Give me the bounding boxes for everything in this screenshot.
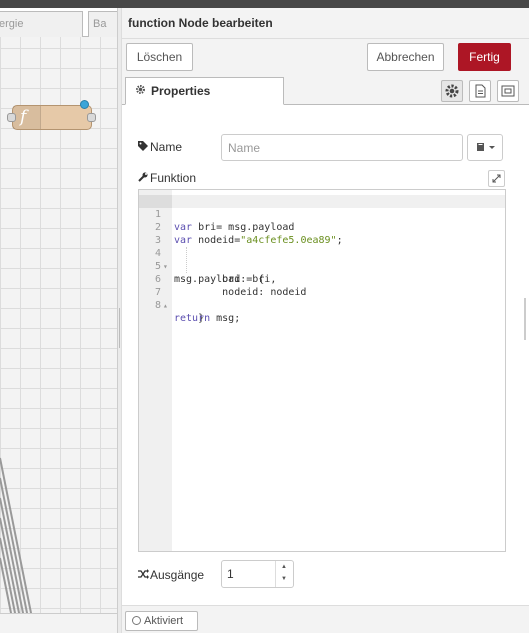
active-line-highlight (139, 195, 505, 208)
wrench-icon (138, 172, 150, 185)
code-line: 3 (139, 221, 187, 246)
expand-editor-button[interactable] (488, 170, 505, 187)
done-button[interactable]: Fertig (458, 43, 511, 71)
tray-header: function Node bearbeiten (122, 8, 529, 39)
node-enabled-toggle[interactable]: Aktiviert (125, 611, 198, 631)
outputs-value: 1 (227, 567, 234, 581)
workspace-tab[interactable]: ergie (0, 11, 83, 37)
code-line: 4 ▾ msg.payload = { (139, 234, 264, 285)
top-bar (0, 0, 529, 8)
code-text: return msg; (174, 313, 241, 324)
library-button[interactable] (467, 134, 503, 161)
code-text: bri: bri, (174, 274, 277, 285)
code-text: var nodeid="a4cfefe5.0ea89"; (174, 235, 343, 246)
code-text: var bri= msg.payload (174, 222, 295, 233)
settings-tab-button[interactable] (441, 80, 463, 102)
appearance-icon (501, 85, 515, 97)
name-label: Name (138, 140, 182, 154)
function-label-text: Funktion (150, 171, 197, 185)
tray-toolbar: Löschen Abbrechen Fertig (122, 39, 529, 77)
code-editor[interactable]: 1 var bri= msg.payload 2 var nodeid="a4c… (138, 189, 506, 552)
workspace-tabs: ergie Ba (0, 8, 117, 37)
tab-properties-label: Properties (151, 84, 211, 98)
edit-tray: function Node bearbeiten Löschen Abbrech… (122, 8, 529, 633)
code-line: 8 return msg; (139, 286, 240, 324)
tab-properties[interactable]: Properties (125, 77, 284, 105)
tray-footer: Aktiviert (122, 605, 529, 633)
code-line: 1 var bri= msg.payload (139, 195, 294, 233)
spinner-up-icon[interactable]: ▲ (281, 564, 287, 570)
tray-resize-handle[interactable] (524, 298, 526, 340)
tray-title: function Node bearbeiten (128, 16, 273, 30)
cancel-button[interactable]: Abbrechen (367, 43, 444, 71)
node-output-port[interactable] (87, 113, 96, 122)
file-icon (475, 84, 486, 98)
gear-icon (445, 84, 459, 98)
tag-icon (138, 141, 150, 154)
delete-button[interactable]: Löschen (126, 43, 193, 71)
circle-icon (132, 616, 141, 625)
function-icon: f (20, 107, 27, 127)
code-line: 6 nodeid: nodeid (139, 260, 306, 298)
appearance-tab-button[interactable] (497, 80, 519, 102)
description-tab-button[interactable] (469, 80, 491, 102)
workspace-canvas[interactable]: ergie Ba f (0, 8, 117, 633)
properties-form: Name Funktion 1 var bri= msg.payload (122, 105, 529, 605)
workspace-tab[interactable]: Ba (88, 11, 117, 37)
gear-icon (135, 84, 146, 98)
code-line: 2 var nodeid="a4cfefe5.0ea89"; (139, 208, 343, 246)
outputs-label: Ausgänge (138, 568, 204, 582)
function-label: Funktion (138, 171, 196, 185)
book-icon (477, 143, 495, 151)
code-text: nodeid: nodeid (174, 287, 307, 298)
separator-grip[interactable] (119, 308, 120, 348)
outputs-label-text: Ausgänge (150, 568, 205, 582)
spinner-buttons: ▲ ▼ (275, 561, 293, 587)
name-label-text: Name (150, 140, 183, 154)
line-number: 8 (154, 300, 161, 311)
code-line: 5 bri: bri, (139, 247, 276, 285)
code-line: 7 ▴ } (139, 273, 204, 324)
node-changed-dot (80, 100, 89, 109)
node-enabled-label: Aktiviert (144, 615, 184, 627)
spinner-down-icon[interactable]: ▼ (281, 576, 287, 582)
node-icon-area: f (13, 106, 41, 129)
wires (0, 457, 33, 618)
name-input[interactable] (221, 134, 463, 161)
expand-icon (492, 174, 501, 183)
outputs-spinner[interactable]: 1 ▲ ▼ (221, 560, 294, 588)
tray-tabbar: Properties (122, 77, 529, 105)
shuffle-icon (138, 569, 150, 582)
function-node[interactable]: f (12, 105, 92, 130)
workspace-footer (0, 613, 117, 633)
node-input-port[interactable] (7, 113, 16, 122)
